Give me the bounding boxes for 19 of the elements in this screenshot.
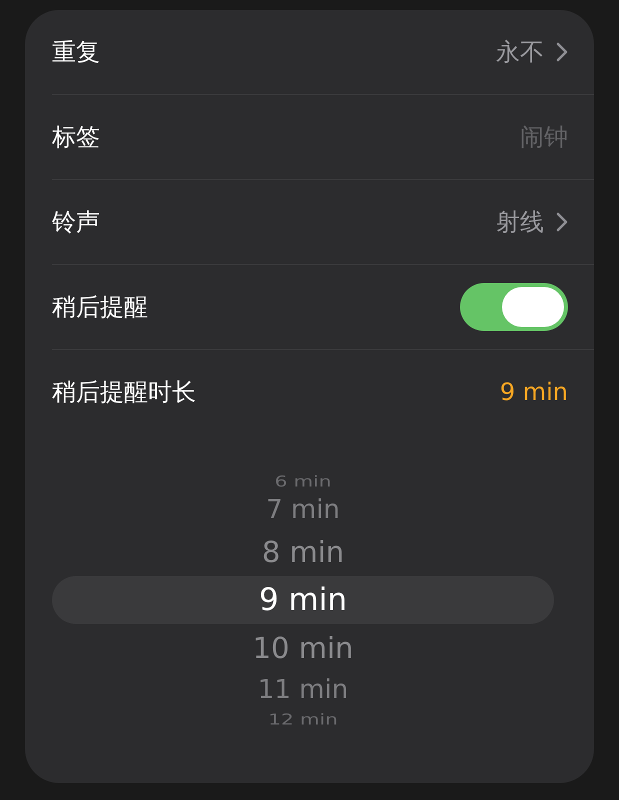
picker-option[interactable]: 7 min [266, 490, 340, 530]
chevron-icon [556, 212, 568, 232]
picker-selection[interactable]: 9 min [52, 576, 554, 624]
row-label: 稍后提醒 [52, 292, 148, 323]
row-label: 稍后提醒时长 [52, 377, 196, 408]
row-value: 永不 [496, 37, 544, 68]
row-label: 标签 [52, 122, 100, 153]
row-label: 重复 [52, 37, 100, 68]
row-value: 9 min [500, 377, 568, 408]
chevron-icon [556, 42, 568, 62]
picker-option[interactable]: 8 min [262, 530, 344, 574]
picker-option[interactable]: 6 min [274, 474, 332, 488]
row-value: 射线 [496, 207, 544, 238]
picker-option[interactable]: 10 min [252, 626, 354, 670]
label-field[interactable]: 闹钟 [368, 119, 568, 155]
picker-option[interactable]: 12 min [268, 712, 338, 726]
row-label: 铃声 [52, 207, 100, 238]
picker-option[interactable]: 11 min [258, 670, 348, 710]
toggle-switch[interactable] [460, 283, 568, 331]
